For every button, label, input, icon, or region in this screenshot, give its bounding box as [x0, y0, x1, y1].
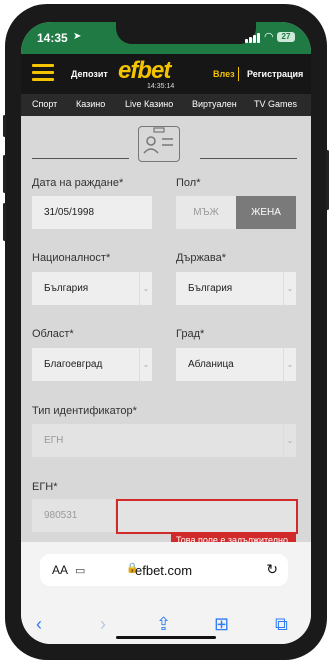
nav-item-sport[interactable]: Спорт: [32, 99, 57, 109]
url-text: efbet.com: [135, 563, 193, 578]
egn-prefix-value: 980531: [44, 510, 78, 521]
egn-label: ЕГН*: [32, 481, 58, 493]
nav-item-tv-games[interactable]: TV Games: [254, 99, 297, 109]
city-label: Град*: [176, 328, 205, 340]
site-header: Депозит efbet 14:35:14 Влез Регистрация: [21, 54, 311, 94]
id-type-value: ЕГН: [44, 435, 64, 446]
home-indicator: [116, 636, 216, 639]
nav-item-casino[interactable]: Казино: [76, 99, 105, 109]
birth-date-label: Дата на раждане*: [32, 177, 124, 189]
side-button: [326, 150, 329, 210]
efbet-logo[interactable]: efbet: [118, 57, 171, 85]
notch: [116, 22, 256, 44]
side-button: [3, 203, 6, 241]
battery-icon: 27: [277, 32, 295, 42]
gender-male-button[interactable]: МЪЖ: [176, 196, 236, 229]
chevron-down-icon: ⌄: [283, 272, 296, 305]
chevron-down-icon: ⌄: [139, 348, 152, 381]
country-label: Държава*: [176, 252, 227, 264]
deposit-link[interactable]: Депозит: [71, 69, 108, 79]
chevron-down-icon: ⌄: [283, 348, 296, 381]
extension-icon[interactable]: ▭: [75, 564, 85, 577]
id-type-select[interactable]: ЕГН ⌄: [32, 424, 296, 457]
nav-item-live-casino[interactable]: Live Казино: [125, 99, 173, 109]
id-type-label: Тип идентификатор*: [32, 405, 137, 417]
section-divider: [200, 158, 297, 159]
header-clock: 14:35:14: [147, 83, 175, 90]
share-icon[interactable]: ⇪: [156, 614, 171, 635]
side-button: [3, 155, 6, 193]
address-bar[interactable]: AA ▭ 🔒 efbet.com ↻: [40, 554, 288, 586]
screen: 14:35 ➤ ◠ 27 Депозит efbet 14:35:14 Влез…: [21, 22, 311, 644]
tabs-icon[interactable]: ⧉: [275, 614, 288, 635]
gender-label: Пол*: [176, 177, 201, 189]
section-divider: [32, 158, 129, 159]
register-link[interactable]: Регистрация: [247, 69, 303, 79]
egn-prefix-field: 980531: [32, 499, 115, 532]
status-time: 14:35: [37, 31, 68, 45]
hamburger-icon[interactable]: [32, 64, 54, 82]
login-link[interactable]: Влез: [213, 69, 235, 79]
gender-female-button[interactable]: ЖЕНА: [236, 196, 296, 229]
birth-date-field[interactable]: 31/05/1998: [32, 196, 152, 229]
chevron-right-icon[interactable]: ›: [100, 614, 106, 635]
region-select[interactable]: Благоевград ⌄: [32, 348, 152, 381]
nav-item-virtual[interactable]: Виртуален: [192, 99, 237, 109]
id-card-icon: [138, 126, 180, 162]
chevron-down-icon: ⌄: [283, 424, 296, 457]
country-value: България: [188, 283, 233, 294]
book-icon[interactable]: ⊞: [214, 614, 229, 635]
country-select[interactable]: България ⌄: [176, 272, 296, 305]
reload-icon[interactable]: ↻: [266, 561, 278, 578]
nationality-label: Националност*: [32, 252, 111, 264]
nationality-select[interactable]: България ⌄: [32, 272, 152, 305]
birth-date-value: 31/05/1998: [44, 207, 95, 218]
egn-input[interactable]: [116, 499, 298, 534]
location-arrow-icon: ➤: [73, 31, 82, 42]
status-bar: 14:35 ➤ ◠ 27: [21, 22, 311, 54]
nationality-value: България: [44, 283, 89, 294]
city-select[interactable]: Абланица ⌄: [176, 348, 296, 381]
chevron-left-icon[interactable]: ‹: [36, 614, 42, 635]
region-label: Област*: [32, 328, 74, 340]
text-size-button[interactable]: AA: [52, 563, 68, 577]
header-divider: [238, 67, 239, 81]
category-nav: Спорт Казино Live Казино Виртуален TV Ga…: [21, 94, 311, 116]
signal-icon: [245, 33, 261, 43]
wifi-icon: ◠: [264, 31, 274, 43]
region-value: Благоевград: [44, 359, 103, 370]
side-button: [3, 115, 6, 137]
browser-toolbar: AA ▭ 🔒 efbet.com ↻ ‹ › ⇪ ⊞ ⧉: [21, 542, 311, 644]
city-value: Абланица: [188, 359, 234, 370]
chevron-down-icon: ⌄: [139, 272, 152, 305]
